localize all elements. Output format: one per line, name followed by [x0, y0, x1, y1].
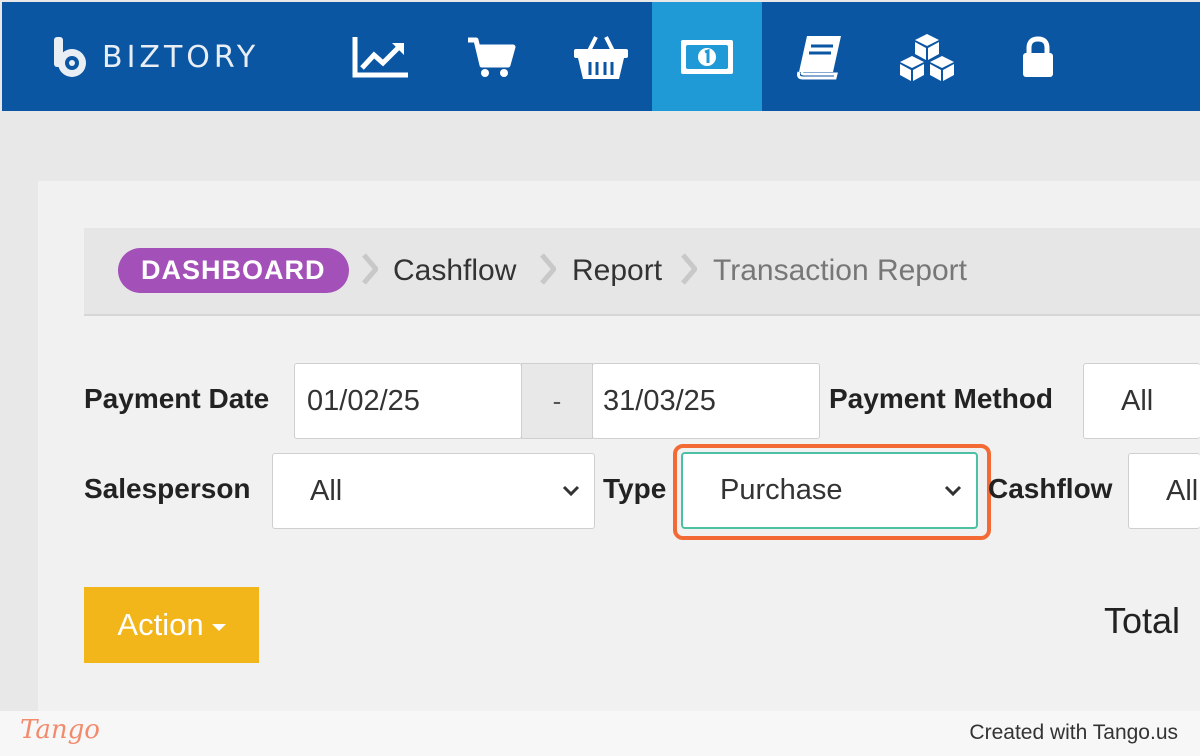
line-chart-icon	[352, 36, 408, 77]
action-dropdown-button[interactable]: Action	[84, 587, 259, 663]
salesperson-select[interactable]: All	[272, 453, 595, 529]
biztory-logo-icon	[54, 37, 86, 77]
tango-footer: Tango Created with Tango.us	[0, 711, 1200, 756]
brand-name: BIZTORY	[102, 39, 260, 75]
caret-down-icon	[211, 623, 226, 631]
total-label: Total	[1104, 600, 1181, 641]
shopping-cart-icon	[468, 37, 516, 77]
tango-logo: Tango	[20, 715, 100, 745]
basket-icon	[574, 35, 628, 79]
lock-icon	[1023, 35, 1053, 77]
nav-lock[interactable]	[983, 2, 1093, 111]
nav-cashflow[interactable]	[652, 2, 762, 111]
date-to-input[interactable]: 31/03/25	[592, 363, 820, 439]
payment-date-label: Payment Date	[84, 383, 270, 414]
breadcrumb-cashflow[interactable]: Cashflow	[393, 248, 516, 293]
cashflow-label: Cashflow	[988, 473, 1113, 504]
salesperson-value: All	[310, 474, 343, 507]
created-with-text: Created with Tango.us	[969, 721, 1178, 744]
nav-reports[interactable]	[326, 2, 436, 111]
nav-sales[interactable]	[436, 2, 546, 111]
breadcrumb: DASHBOARD Cashflow Report Transaction Re…	[84, 228, 1200, 316]
cash-icon	[681, 39, 733, 74]
book-icon	[797, 35, 841, 79]
date-range-separator: -	[521, 363, 593, 439]
cubes-icon	[900, 33, 954, 81]
nav-inventory[interactable]	[872, 2, 982, 111]
type-label: Type	[603, 473, 667, 504]
action-label: Action	[117, 607, 204, 642]
payment-method-select[interactable]: All	[1083, 363, 1200, 439]
breadcrumb-current: Transaction Report	[713, 253, 968, 287]
date-from-input[interactable]: 01/02/25	[294, 363, 522, 439]
tango-highlight	[673, 444, 991, 540]
breadcrumb-dashboard[interactable]: DASHBOARD	[118, 248, 349, 293]
chevron-right-icon	[540, 253, 556, 285]
chevron-right-icon	[681, 253, 697, 285]
chevron-right-icon	[362, 253, 378, 285]
breadcrumb-report[interactable]: Report	[572, 248, 662, 293]
brand-logo[interactable]: BIZTORY	[50, 32, 259, 82]
cashflow-select[interactable]: All	[1128, 453, 1200, 529]
nav-purchases[interactable]	[546, 2, 656, 111]
chevron-down-icon	[562, 485, 580, 497]
nav-accounting[interactable]	[764, 2, 874, 111]
payment-method-label: Payment Method	[829, 383, 1054, 414]
salesperson-label: Salesperson	[84, 473, 251, 504]
top-navbar: BIZTORY	[2, 2, 1200, 111]
